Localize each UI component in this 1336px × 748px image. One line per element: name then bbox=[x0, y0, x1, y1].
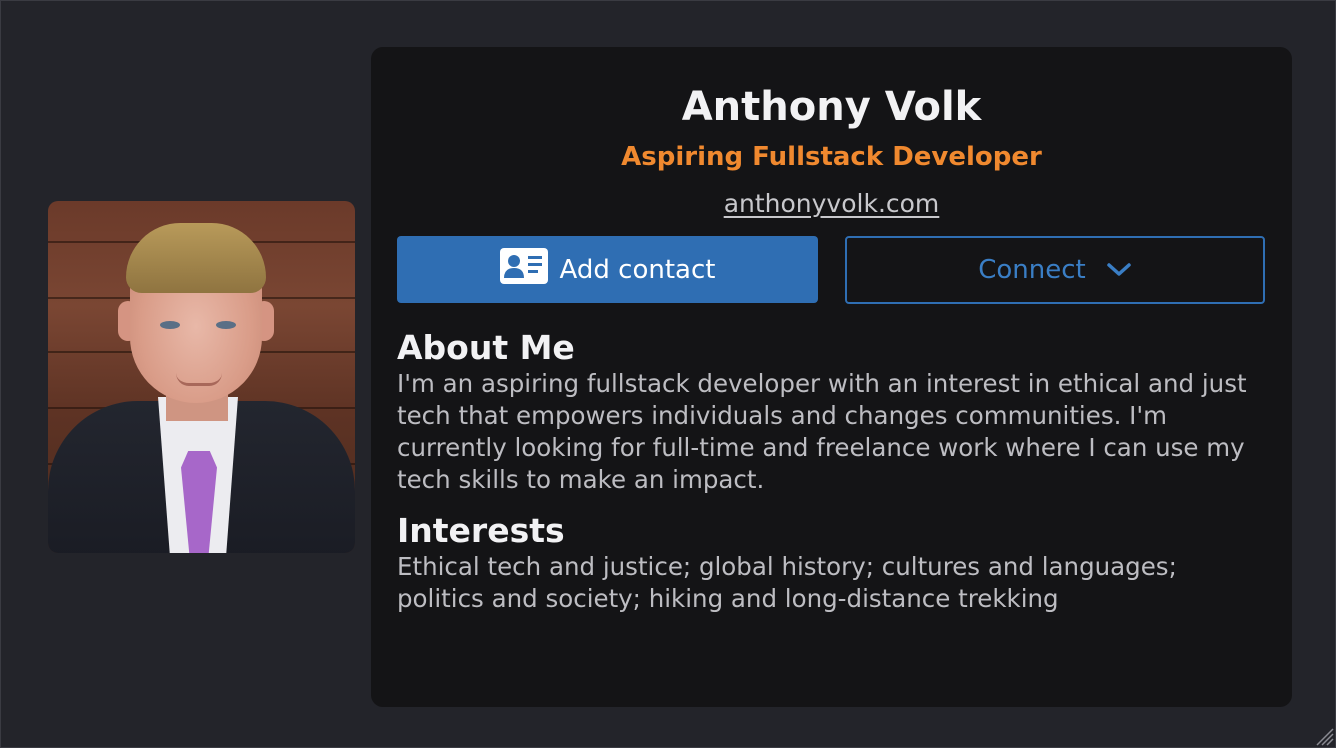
profile-photo bbox=[48, 201, 355, 553]
profile-name: Anthony Volk bbox=[681, 84, 982, 130]
about-title: About Me bbox=[397, 328, 575, 367]
website-link[interactable]: anthonyvolk.com bbox=[371, 190, 1292, 218]
connect-button[interactable]: Connect bbox=[845, 236, 1265, 304]
profile-role: Aspiring Fullstack Developer bbox=[621, 142, 1042, 172]
add-contact-label: Add contact bbox=[559, 254, 716, 285]
about-text: I'm an aspiring fullstack developer with… bbox=[397, 369, 1247, 494]
contact-card-icon bbox=[499, 248, 548, 291]
interests-text: Ethical tech and justice; global history… bbox=[397, 552, 1177, 613]
add-contact-button[interactable]: Add contact bbox=[397, 236, 818, 303]
profile-card: Anthony Volk Aspiring Fullstack Develope… bbox=[371, 47, 1292, 707]
connect-label: Connect bbox=[978, 255, 1086, 285]
resize-grip-icon[interactable] bbox=[1312, 724, 1334, 746]
chevron-down-icon bbox=[1106, 255, 1132, 285]
interests-title: Interests bbox=[397, 511, 565, 550]
